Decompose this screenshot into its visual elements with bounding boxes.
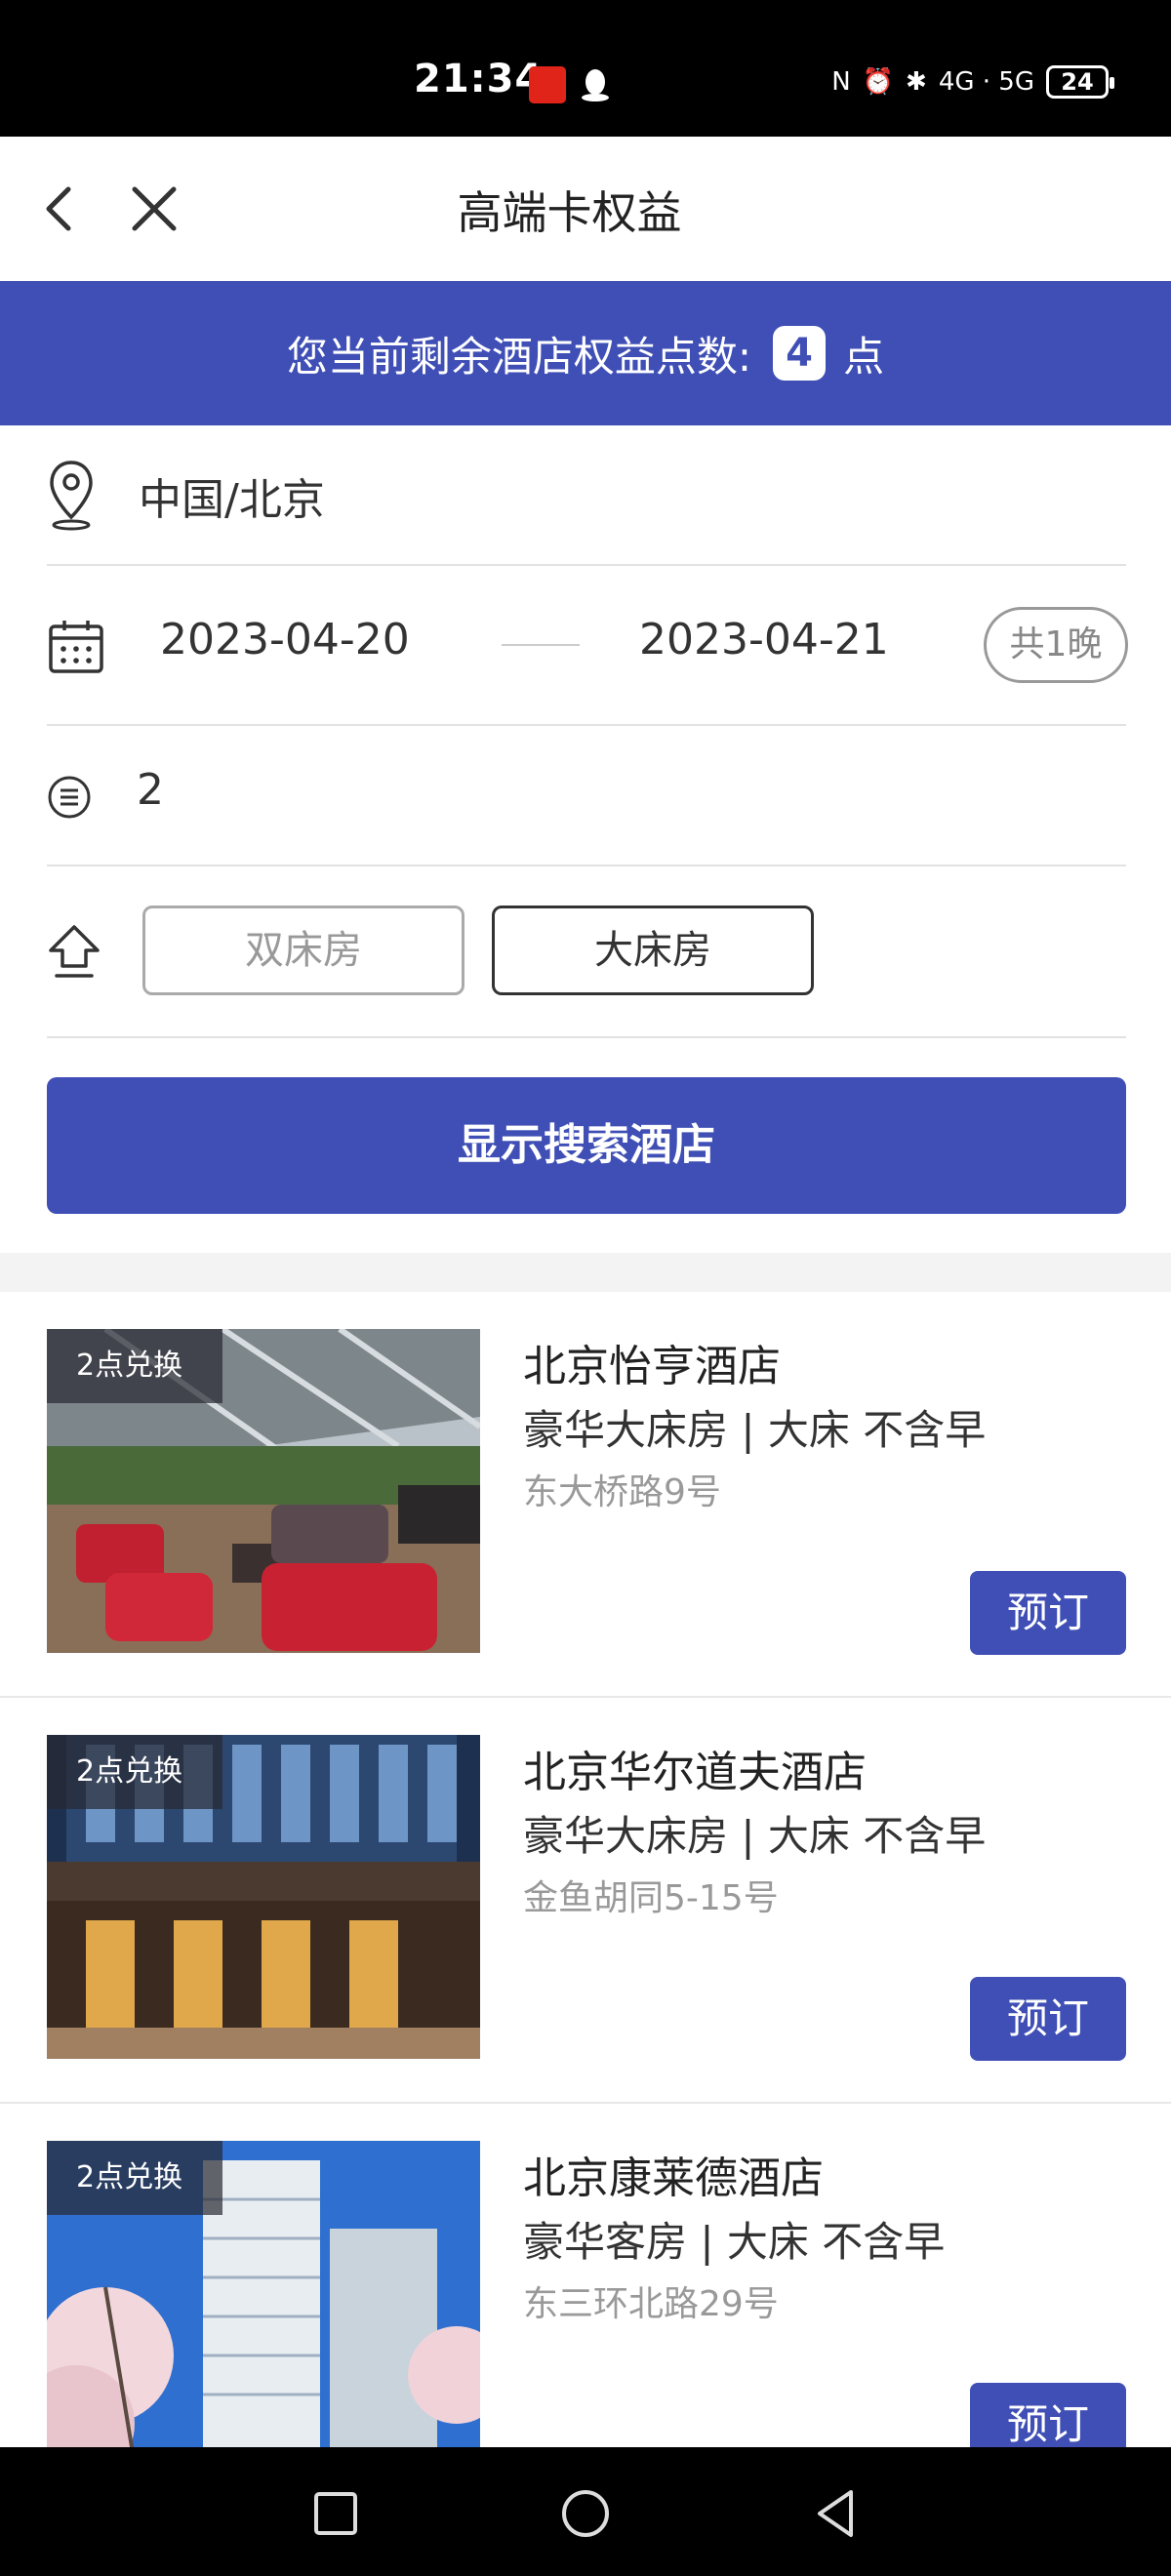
nights-badge: 共1晚 — [984, 607, 1128, 683]
battery-icon: 24 — [1046, 65, 1114, 99]
hotel-room-info: 豪华客房 | 大床 不含早 — [523, 2218, 946, 2266]
guests-value: 2 — [137, 765, 164, 815]
check-in-date[interactable]: 2023-04-20 — [160, 615, 410, 664]
section-divider — [0, 1253, 1171, 1292]
hotel-name[interactable]: 北京华尔道夫酒店 — [523, 1737, 867, 1799]
hotel-address: 东三环北路29号 — [523, 2284, 779, 2324]
hotel-photo[interactable]: 2点兑换 — [47, 2141, 480, 2465]
location-row[interactable]: 中国/北京 — [47, 425, 1126, 566]
home-icon — [49, 925, 100, 978]
points-badge: 4 — [773, 326, 827, 381]
guests-row[interactable]: 2 — [47, 726, 1126, 866]
hotel-name[interactable]: 北京怡亨酒店 — [523, 1331, 781, 1393]
points-label: 您当前剩余酒店权益点数: — [286, 332, 752, 381]
hotel-card[interactable]: 2点兑换 北京怡亨酒店 豪华大床房 | 大床 不含早 东大桥路9号 预订 — [0, 1292, 1171, 1698]
list-icon — [48, 776, 91, 819]
hotel-room-info: 豪华大床房 | 大床 不含早 — [523, 1812, 987, 1860]
room-type-twin-button[interactable]: 双床房 — [142, 906, 464, 995]
hotel-address: 东大桥路9号 — [523, 1472, 721, 1512]
points-exchange-tag: 2点兑换 — [47, 1735, 222, 1809]
nfc-icon: N — [831, 67, 851, 97]
calendar-icon — [49, 621, 103, 673]
points-banner: 您当前剩余酒店权益点数: 4 点 — [0, 281, 1171, 425]
points-exchange-tag: 2点兑换 — [47, 2141, 222, 2215]
back-triangle-icon[interactable] — [806, 2484, 865, 2543]
hotel-name[interactable]: 北京康莱德酒店 — [523, 2143, 824, 2205]
status-indicators: N ⏰ ✱ 4G · 5G 24 — [831, 60, 1114, 103]
room-type-king-button[interactable]: 大床房 — [492, 906, 814, 995]
date-row[interactable]: 2023-04-20 2023-04-21 共1晚 — [47, 566, 1128, 726]
system-nav-bar — [0, 2447, 1171, 2576]
hotel-photo[interactable]: 2点兑换 — [47, 1735, 480, 2059]
search-hotels-button[interactable]: 显示搜索酒店 — [47, 1077, 1126, 1214]
home-circle-icon[interactable] — [556, 2484, 615, 2543]
check-out-date[interactable]: 2023-04-21 — [639, 615, 889, 664]
hotel-photo[interactable]: 2点兑换 — [47, 1329, 480, 1653]
book-button[interactable]: 预订 — [970, 1977, 1126, 2061]
status-bar: 21:34 N ⏰ ✱ 4G · 5G 24 — [0, 0, 1171, 137]
hotel-address: 金鱼胡同5-15号 — [523, 1878, 779, 1918]
location-value: 中国/北京 — [139, 475, 325, 525]
recent-apps-icon[interactable] — [306, 2484, 365, 2543]
alarm-icon: ⏰ — [862, 67, 895, 97]
hotel-card[interactable]: 2点兑换 北京华尔道夫酒店 豪华大床房 | 大床 不含早 金鱼胡同5-15号 预… — [0, 1698, 1171, 2104]
room-type-row: 双床房 大床房 — [47, 866, 1126, 1038]
hotel-room-info: 豪华大床房 | 大床 不含早 — [523, 1406, 987, 1454]
header-bar: 高端卡权益 — [0, 137, 1171, 281]
page-title: 高端卡权益 — [457, 186, 682, 239]
bluetooth-icon: ✱ — [906, 67, 927, 97]
news-app-icon — [529, 66, 566, 103]
points-unit: 点 — [843, 332, 885, 381]
location-pin-icon — [50, 461, 93, 531]
date-separator — [502, 644, 580, 646]
status-time: 21:34 — [414, 57, 544, 101]
points-exchange-tag: 2点兑换 — [47, 1329, 222, 1403]
qq-icon — [582, 69, 609, 101]
book-button[interactable]: 预订 — [970, 1571, 1126, 1655]
signal-icon: 4G · 5G — [938, 67, 1034, 97]
